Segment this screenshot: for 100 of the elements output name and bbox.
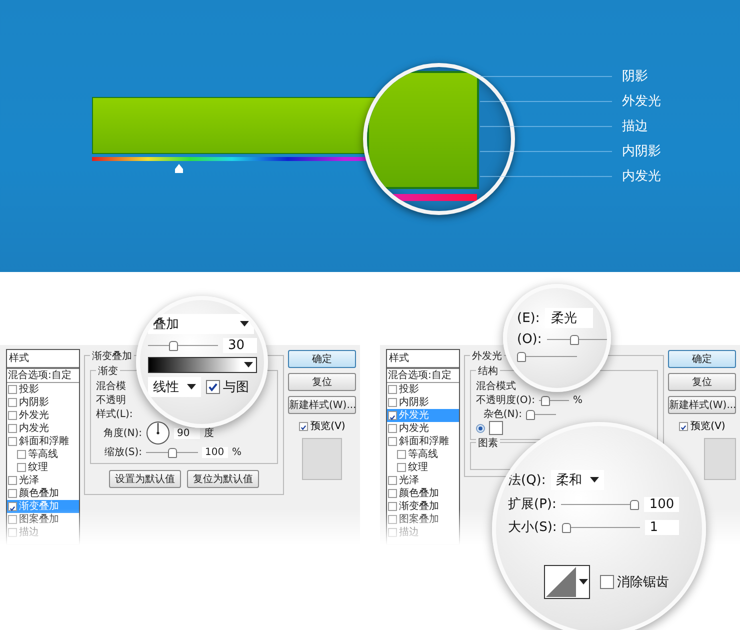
- list-item[interactable]: 渐变叠加: [387, 500, 459, 513]
- list-item[interactable]: 内阴影: [7, 396, 79, 409]
- checkbox[interactable]: [8, 489, 17, 498]
- slider-thumb[interactable]: [562, 522, 571, 532]
- contour-curve-icon: [546, 567, 576, 597]
- dialog-button[interactable]: 新建样式(W)...: [668, 396, 736, 414]
- checkbox[interactable]: [397, 463, 406, 472]
- slider-thumb[interactable]: [541, 396, 550, 406]
- value-field[interactable]: 90: [174, 428, 200, 438]
- default-button[interactable]: 设置为默认值: [109, 470, 181, 488]
- checkbox[interactable]: [8, 385, 17, 394]
- slider-thumb[interactable]: [526, 410, 535, 420]
- group-title: 渐变: [96, 364, 120, 378]
- checkbox[interactable]: [17, 450, 26, 459]
- value-field[interactable]: 30: [223, 338, 257, 353]
- checkbox[interactable]: [8, 476, 17, 485]
- checkbox[interactable]: [388, 528, 397, 537]
- caret-icon: [240, 321, 249, 327]
- list-item[interactable]: 斜面和浮雕: [7, 435, 79, 448]
- list-item[interactable]: 颜色叠加: [387, 487, 459, 500]
- checkbox[interactable]: [8, 411, 17, 420]
- color-swatch[interactable]: [489, 421, 503, 435]
- checkbox[interactable]: [388, 424, 397, 433]
- list-item[interactable]: 斜面和浮雕: [387, 435, 459, 448]
- default-button[interactable]: 复位为默认值: [187, 470, 259, 488]
- callout-label: 内发光: [622, 168, 661, 185]
- group-title: 渐变叠加: [90, 349, 134, 363]
- list-item[interactable]: 等高线: [387, 448, 459, 461]
- checkbox[interactable]: [388, 502, 397, 511]
- angle-dial-icon: [146, 421, 170, 445]
- checkbox[interactable]: [388, 476, 397, 485]
- caret-icon: [187, 384, 196, 390]
- checkbox[interactable]: [388, 489, 397, 498]
- slider-thumb[interactable]: [517, 352, 526, 362]
- dialog-button[interactable]: 新建样式(W)...: [288, 396, 356, 414]
- field-label: 杂色(N):: [482, 408, 522, 421]
- list-item[interactable]: 等高线: [7, 448, 79, 461]
- checkbox[interactable]: [8, 437, 17, 446]
- dialog-button[interactable]: 确定: [668, 350, 736, 368]
- dropdown[interactable]: 叠加: [148, 314, 254, 334]
- checkbox[interactable]: [8, 528, 17, 537]
- checkbox[interactable]: [8, 515, 17, 524]
- checkbox[interactable]: [8, 398, 17, 407]
- list-item[interactable]: 光泽: [387, 474, 459, 487]
- preview-swatch: [302, 438, 342, 480]
- checkbox[interactable]: [298, 422, 308, 430]
- list-item[interactable]: 混合选项:自定: [387, 369, 459, 383]
- list-item[interactable]: 内发光: [387, 422, 459, 435]
- field-label: 大小(S):: [508, 519, 557, 536]
- list-item[interactable]: 纹理: [387, 461, 459, 474]
- gradient-picker[interactable]: [148, 357, 257, 373]
- slider-thumb[interactable]: [168, 448, 176, 458]
- checkbox[interactable]: [206, 380, 220, 394]
- dropdown[interactable]: 柔和: [550, 470, 604, 490]
- field-label: 缩放(S):: [103, 446, 142, 459]
- caret-icon: [579, 579, 588, 585]
- field-label: 不透明度(O):: [476, 394, 536, 407]
- field-label: (O):: [517, 332, 542, 347]
- value-field[interactable]: 100: [644, 496, 680, 512]
- list-item[interactable]: 图案叠加: [7, 513, 79, 526]
- caret-icon: [244, 362, 253, 368]
- checkbox[interactable]: [600, 575, 614, 589]
- unit-label: %: [232, 446, 242, 458]
- checkbox[interactable]: [678, 422, 688, 430]
- slider-thumb[interactable]: [630, 500, 640, 510]
- checkbox[interactable]: [17, 463, 26, 472]
- list-item[interactable]: 投影: [387, 383, 459, 396]
- checkbox[interactable]: [388, 385, 397, 394]
- checkbox-label: 与图: [223, 379, 249, 396]
- contour-picker[interactable]: [544, 565, 590, 599]
- field-label: 角度(N):: [102, 426, 142, 440]
- value-field[interactable]: 1: [644, 520, 679, 534]
- checkbox[interactable]: [388, 411, 397, 420]
- value-field[interactable]: 100: [202, 446, 228, 458]
- list-item[interactable]: 投影: [7, 383, 79, 396]
- dialog-button[interactable]: 确定: [288, 350, 356, 368]
- checkbox[interactable]: [388, 398, 397, 407]
- list-item[interactable]: 图案叠加: [387, 513, 459, 526]
- dialog-button[interactable]: 复位: [668, 373, 736, 391]
- list-item[interactable]: 内发光: [7, 422, 79, 435]
- checkbox[interactable]: [8, 502, 17, 511]
- callout-label: 内阴影: [622, 143, 661, 160]
- list-item[interactable]: 外发光: [7, 409, 79, 422]
- callout-label: 外发光: [622, 93, 661, 110]
- checkbox[interactable]: [8, 424, 17, 433]
- list-item[interactable]: 混合选项:自定: [7, 369, 79, 383]
- dialog-button[interactable]: 复位: [288, 373, 356, 391]
- list-item[interactable]: 光泽: [7, 474, 79, 487]
- value-field[interactable]: 柔光: [544, 308, 593, 328]
- callout-label: 描边: [622, 118, 648, 135]
- dropdown[interactable]: 线性: [148, 377, 201, 397]
- slider-thumb[interactable]: [570, 335, 579, 345]
- list-item[interactable]: 纹理: [7, 461, 79, 474]
- checkbox[interactable]: [397, 450, 406, 459]
- list-item[interactable]: 颜色叠加: [7, 487, 79, 500]
- checkbox[interactable]: [388, 437, 397, 446]
- preview-label: 预览(V): [690, 420, 726, 433]
- slider-thumb[interactable]: [169, 341, 178, 351]
- list-item[interactable]: 内阴影: [387, 396, 459, 409]
- checkbox[interactable]: [388, 515, 397, 524]
